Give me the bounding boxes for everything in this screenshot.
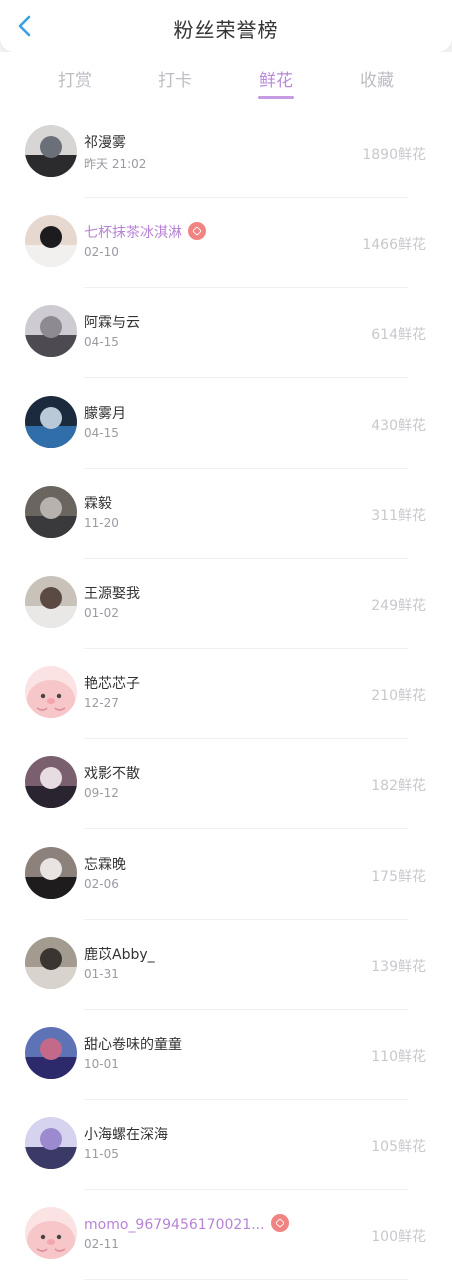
- flower-count: 210鲜花: [371, 688, 426, 705]
- list-item[interactable]: 戏影不散 09-12 182鲜花: [0, 739, 452, 830]
- fan-name: 祁漫雾: [84, 132, 126, 152]
- fan-date: 02-06: [84, 876, 119, 891]
- flower-count: 249鲜花: [371, 598, 426, 614]
- fan-date: 09-12: [84, 786, 119, 801]
- list-item[interactable]: 霖毅 11-20 311鲜花: [0, 469, 452, 559]
- avatar[interactable]: [25, 1027, 77, 1079]
- fan-date: 12-27: [84, 696, 119, 711]
- fan-name-text: 忘霖晚: [84, 856, 126, 873]
- fan-date: 02-11: [84, 1237, 119, 1252]
- list-item[interactable]: 小海螺在深海 11-05 105鲜花: [0, 1100, 452, 1191]
- fan-name-text: 鹿苡Abby_: [84, 946, 155, 963]
- fan-date: 10-01: [84, 1057, 119, 1071]
- fan-name: 朦雾月: [84, 403, 126, 423]
- fan-name: 忘霖晚: [84, 854, 126, 874]
- fan-name-text: 霖毅: [84, 495, 112, 512]
- avatar[interactable]: [25, 485, 77, 538]
- flower-count: 110鲜花: [371, 1049, 426, 1065]
- flower-count: 1890鲜花: [362, 147, 426, 163]
- fan-name-text: 祁漫雾: [84, 135, 126, 151]
- fan-name-text: 小海螺在深海: [84, 1127, 168, 1144]
- list-item[interactable]: 祁漫雾昨天 21:02 1890鲜花: [0, 108, 452, 198]
- fan-name-text: 王源娶我: [84, 586, 140, 602]
- avatar[interactable]: [25, 756, 77, 809]
- fan-name-text: 七杯抹茶冰淇淋: [84, 225, 182, 242]
- flower-count: 105鲜花: [371, 1139, 426, 1156]
- tab-flowers[interactable]: 鲜花: [246, 66, 306, 99]
- fan-date: 02-10: [84, 245, 119, 260]
- avatar[interactable]: [25, 1117, 77, 1170]
- default-seal-avatar[interactable]: [25, 666, 77, 719]
- avatar[interactable]: [25, 305, 77, 358]
- list-item[interactable]: 朦雾月 04-15 430鲜花: [0, 379, 452, 469]
- fan-date: 01-02: [84, 606, 119, 620]
- avatar[interactable]: [25, 125, 77, 177]
- diamond-badge-icon: [188, 222, 206, 241]
- list-item[interactable]: 鹿苡Abby_ 01-31 139鲜花: [0, 920, 452, 1010]
- flower-count: 139鲜花: [371, 958, 426, 975]
- flower-count: 1466鲜花: [362, 237, 426, 254]
- fan-date: 01-31: [84, 966, 119, 981]
- fan-date: 11-20: [84, 515, 119, 530]
- fan-ranking-list: 祁漫雾昨天 21:02 1890鲜花七杯抹茶冰淇淋 02-10 1466鲜花阿霖与云 0…: [0, 108, 452, 1280]
- fan-name-text: 戏影不散: [84, 766, 140, 783]
- active-tab-indicator: [258, 96, 294, 99]
- flower-count: 182鲜花: [371, 778, 426, 795]
- fan-name: 甜心卷味的童童: [84, 1034, 182, 1054]
- fan-name: 七杯抹茶冰淇淋: [84, 222, 206, 242]
- flower-count: 100鲜花: [371, 1229, 426, 1246]
- avatar[interactable]: [25, 936, 77, 989]
- tab-flowers-label: 鲜花: [259, 71, 293, 91]
- tab-favorites[interactable]: 收藏: [347, 66, 407, 91]
- avatar[interactable]: [25, 846, 77, 899]
- flower-count: 175鲜花: [371, 868, 426, 885]
- avatar[interactable]: [25, 395, 77, 448]
- tab-reward[interactable]: 打赏: [45, 66, 105, 91]
- fan-name-text: momo_9679456170021...: [84, 1217, 265, 1234]
- avatar[interactable]: [25, 576, 77, 628]
- fan-name: 霖毅: [84, 493, 112, 513]
- fan-date: 04-15: [84, 335, 119, 350]
- fan-name-text: 朦雾月: [84, 405, 126, 422]
- fan-name: momo_9679456170021...: [84, 1214, 289, 1233]
- flower-count: 311鲜花: [371, 507, 426, 524]
- fan-date: 04-15: [84, 425, 119, 440]
- fan-name: 阿霖与云: [84, 312, 140, 332]
- list-item[interactable]: 阿霖与云 04-15 614鲜花: [0, 288, 452, 379]
- list-item[interactable]: 王源娶我 01-02 249鲜花: [0, 559, 452, 649]
- diamond-badge-icon: [270, 1214, 289, 1233]
- fan-name: 戏影不散: [84, 763, 140, 783]
- list-item[interactable]: 甜心卷味的童童 10-01 110鲜花: [0, 1010, 452, 1100]
- fan-name: 王源娶我: [84, 583, 140, 603]
- fan-name-text: 甜心卷味的童童: [84, 1037, 182, 1053]
- page-title: 粉丝荣誉榜: [173, 18, 279, 42]
- list-item[interactable]: 艳芯芯子 12-27 210鲜花: [0, 649, 452, 740]
- default-seal-avatar[interactable]: [25, 1207, 77, 1260]
- fan-name-text: 艳芯芯子: [84, 676, 140, 693]
- top-bar: 粉丝荣誉榜: [0, 0, 452, 52]
- avatar[interactable]: [25, 215, 77, 268]
- tab-checkin[interactable]: 打卡: [145, 66, 205, 91]
- list-item[interactable]: momo_9679456170021... 02-11 100鲜花: [0, 1190, 452, 1280]
- fan-date: 11-05: [84, 1147, 119, 1162]
- flower-count: 614鲜花: [371, 327, 426, 344]
- fan-name: 艳芯芯子: [84, 673, 140, 693]
- list-item[interactable]: 七杯抹茶冰淇淋 02-10 1466鲜花: [0, 198, 452, 289]
- flower-count: 430鲜花: [371, 417, 426, 434]
- fan-name-text: 阿霖与云: [84, 315, 140, 332]
- tab-bar: 打赏 打卡 鲜花 收藏: [0, 52, 452, 108]
- fan-name: 小海螺在深海: [84, 1124, 168, 1144]
- fan-name: 鹿苡Abby_: [84, 944, 155, 964]
- fan-date: 昨天 21:02: [84, 157, 147, 171]
- list-item[interactable]: 忘霖晚 02-06 175鲜花: [0, 830, 452, 920]
